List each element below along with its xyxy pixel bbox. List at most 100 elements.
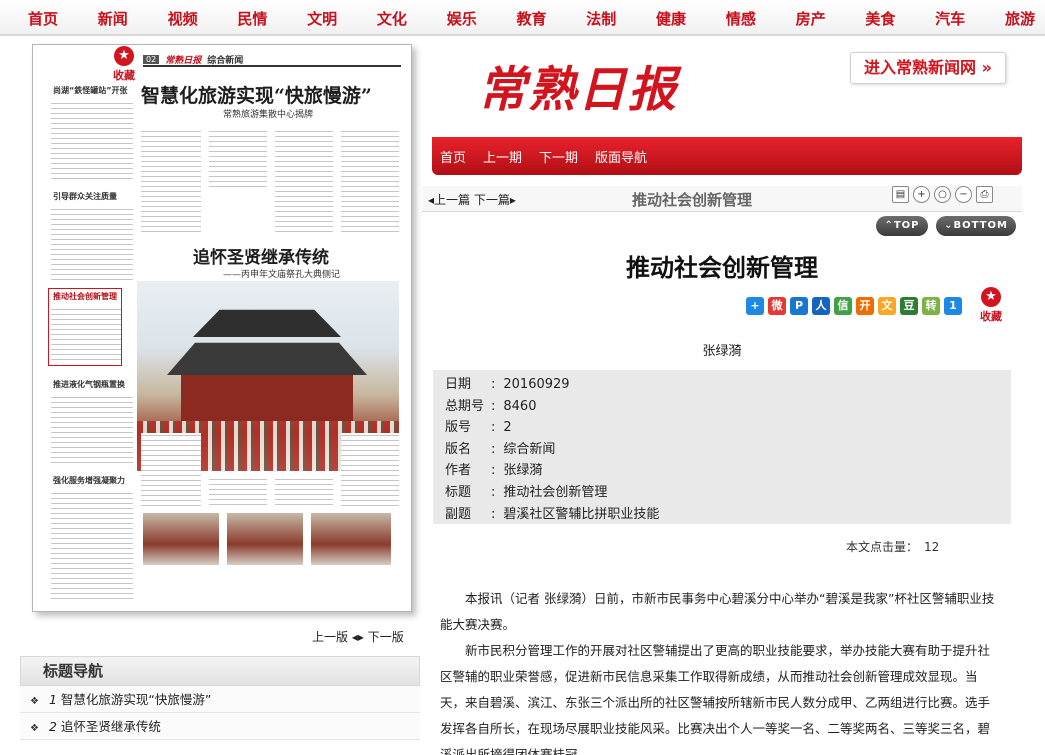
topnav-item[interactable]: 健康 [656,8,686,29]
kaixin-icon[interactable]: 开 [856,297,874,315]
paper-textblock [51,207,133,281]
issue-nav-item[interactable]: 上一期 [483,147,522,166]
paper-textblock [51,491,133,601]
sina-icon[interactable]: 转 [922,297,940,315]
paper-textblock [51,307,121,363]
hit-counter-value: 12 [924,540,940,554]
prev-page-link[interactable]: 上一版 [312,630,348,644]
article-body: 本报讯（记者 张绿漪）日前，市新市民事务中心碧溪分中心举办“碧溪是我家”杯社区警… [440,586,1002,755]
metadata-value: 20160929 [503,377,570,392]
issue-nav-item[interactable]: 版面导航 [595,147,647,166]
topnav-item[interactable]: 房产 [796,8,826,29]
zoom-out-icon[interactable]: − [955,186,972,203]
topnav-item[interactable]: 美食 [865,8,895,29]
topnav-item[interactable]: 旅游 [1005,8,1035,29]
metadata-key: 标题 [445,484,472,500]
arrow-right-icon: ▸ [509,193,516,207]
metadata-key: 版号 [445,420,472,436]
top-navigation: 首页 新闻 视频 民情 文明 文化 娱乐 教育 法制 健康 情感 房产 美食 汽车 旅游 [0,0,1045,36]
metadata-separator: : [491,463,496,479]
metadata-separator: : [491,377,496,392]
left-right-arrow-icon: ◂▸ [351,630,364,644]
metadata-value: 综合新闻 [503,441,556,457]
qzone-icon[interactable]: P [790,297,808,315]
zoom-reset-icon[interactable]: ○ [934,186,951,203]
print-icon[interactable]: ⎙ [976,186,993,203]
issue-nav-item[interactable]: 首页 [440,147,466,166]
metadata-key: 作者 [445,463,472,479]
metadata-separator: : [491,420,496,436]
paper-headline-2[interactable]: 追怀圣贤继承传统 [193,243,329,268]
renren-icon[interactable]: 人 [812,297,830,315]
paper-subheadline: 常熟旅游集散中心揭牌 [223,110,314,120]
wechat-icon[interactable]: 信 [834,297,852,315]
paper-masthead: 02 常熟日报 综合新闻 [143,53,401,67]
zoom-in-icon[interactable]: + [913,186,930,203]
title-nav-item[interactable]: ❖ 2 追怀圣贤继承传统 [20,713,420,740]
document-icon[interactable]: ▤ [892,186,909,203]
topnav-item[interactable]: 文明 [307,8,337,29]
epaper-page-image[interactable]: ★ 收藏 02 常熟日报 综合新闻 智慧化旅游实现“快旅慢游” 常熟旅游集散中心… [32,44,412,612]
site-logo[interactable]: 常熟日报 [478,50,678,120]
issue-nav-item[interactable]: 下一期 [539,147,578,166]
one-icon[interactable]: 1 [944,297,962,315]
metadata-row: 标题: 推动社会创新管理 [445,482,1011,504]
metadata-value: 2 [503,420,512,436]
metadata-row: 副题: 碧溪社区警辅比拼职业技能 [445,504,1011,526]
title-nav-number: 1 [48,692,57,707]
paper-section: 综合新闻 [207,55,244,66]
scroll-bottom-button[interactable]: ⌄BOTTOM [936,216,1016,236]
paper-textblock [209,129,267,189]
prev-next-label: 上一篇 下一篇 [434,193,510,207]
scroll-top-button[interactable]: ⌃TOP [876,216,928,236]
diamond-bullet-icon: ❖ [30,696,39,707]
topnav-item[interactable]: 情感 [726,8,756,29]
topnav-item[interactable]: 文化 [377,8,407,29]
metadata-value: 碧溪社区警辅比拼职业技能 [503,506,660,522]
topnav-item[interactable]: 法制 [586,8,616,29]
title-nav-label: 追怀圣贤继承传统 [60,719,161,734]
title-nav-number: 2 [48,719,57,734]
weibo-icon[interactable]: 微 [768,297,786,315]
topnav-item[interactable]: 民情 [237,8,267,29]
next-page-link[interactable]: 下一版 [368,630,404,644]
metadata-row: 总期号:8460 [445,396,1011,418]
paper-side-article-4[interactable]: 推进液化气钢瓶置换 [53,379,131,390]
article-toolbar: ◂上一篇 下一篇▸ 推动社会创新管理 ▤ + ○ − ⎙ [422,186,1022,212]
paper-textblock [341,433,399,509]
topnav-item[interactable]: 首页 [28,8,58,29]
metadata-value: 推动社会创新管理 [503,484,608,500]
article-tools: ▤ + ○ − ⎙ [892,186,993,203]
topnav-item[interactable]: 教育 [516,8,546,29]
topnav-item[interactable]: 娱乐 [447,8,477,29]
prev-next-article-links[interactable]: ◂上一篇 下一篇▸ [428,191,516,208]
plus-icon[interactable]: + [746,297,764,315]
title-nav-item[interactable]: ❖ 1 智慧化旅游实现“快旅慢游” [20,686,420,713]
diamond-bullet-icon: ❖ [30,723,39,734]
topnav-item[interactable]: 新闻 [98,8,128,29]
paper-favorite-badge[interactable]: ★ 收藏 [107,46,141,83]
metadata-row: 版名: 综合新闻 [445,439,1011,461]
douban-icon[interactable]: 豆 [900,297,918,315]
paper-side-article-5[interactable]: 强化服务增强凝聚力 [53,475,131,486]
metadata-separator: : [491,506,496,522]
photo-roof [193,309,341,337]
paper-textblock [275,477,333,509]
star-icon: ★ [981,287,1001,307]
paper-side-article-2[interactable]: 引导群众关注质量 [53,191,131,202]
metadata-key: 版名 [445,441,472,457]
topnav-item[interactable]: 汽车 [935,8,965,29]
issue-navigation-bar: 首页 上一期 下一期 版面导航 [432,137,1022,175]
hit-counter: 本文点击量： 12 [840,538,939,555]
article-favorite-button[interactable]: ★ 收藏 [976,287,1006,324]
page-root: 首页 新闻 视频 民情 文明 文化 娱乐 教育 法制 健康 情感 房产 美食 汽车 旅游 ★ 收藏 02 常… [0,0,1045,755]
paper-textblock [51,101,133,183]
chevron-up-icon: ⌃ [884,220,894,231]
topnav-item[interactable]: 视频 [168,8,198,29]
paper-side-article-3[interactable]: 推动社会创新管理 [53,291,131,302]
star-icon[interactable]: 文 [878,297,896,315]
enter-news-site-button[interactable]: 进入常熟新闻网 » [850,52,1006,84]
paper-side-article-1[interactable]: 尚湖“鉄怪罐站”开张 [53,85,131,96]
paper-headline[interactable]: 智慧化旅游实现“快旅慢游” [141,81,403,108]
title-nav-label: 智慧化旅游实现“快旅慢游” [60,692,212,707]
